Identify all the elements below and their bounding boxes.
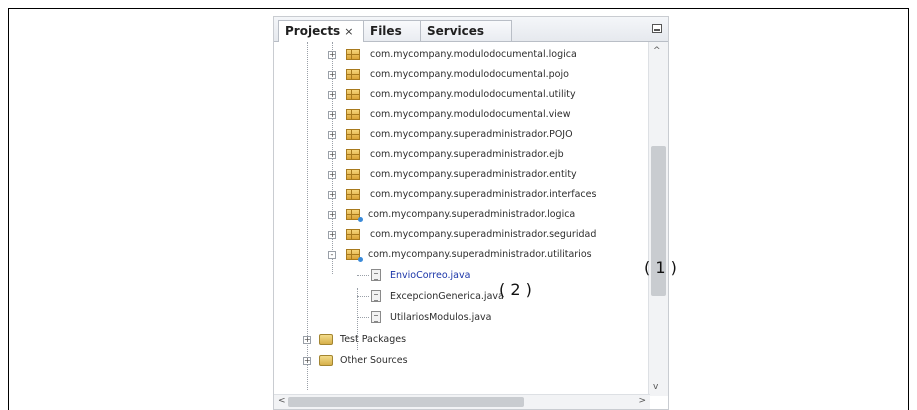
package-node[interactable]: + com.mycompany.superadministrador.logic… [274, 206, 650, 225]
expand-icon[interactable]: + [328, 71, 336, 79]
folder-label: Other Sources [340, 355, 408, 366]
expand-icon[interactable]: + [328, 51, 336, 59]
package-node[interactable]: + com.mycompany.modulodocumental.logica [274, 46, 650, 65]
package-label: com.mycompany.superadministrador.segurid… [370, 229, 597, 240]
collapse-icon[interactable]: - [328, 251, 336, 259]
file-node[interactable]: ExcepcionGenerica.java [274, 288, 650, 307]
minimize-icon[interactable] [652, 24, 662, 33]
folder-node[interactable]: + Test Packages [274, 331, 650, 350]
tab-bar: Projects × Files Services [274, 17, 668, 42]
package-icon [346, 89, 360, 100]
vertical-scrollbar[interactable]: ^ v [648, 42, 668, 396]
annotation-2: ( 2 ) [499, 280, 532, 299]
expand-icon[interactable]: + [328, 131, 336, 139]
package-node[interactable]: + com.mycompany.superadministrador.POJO [274, 126, 650, 145]
java-file-icon [371, 290, 381, 302]
package-icon [346, 169, 360, 180]
package-node[interactable]: + com.mycompany.superadministrador.entit… [274, 166, 650, 185]
vcs-badge-icon [358, 217, 363, 222]
folder-label: Test Packages [340, 334, 407, 345]
annotation-1: ( 1 ) [644, 258, 677, 277]
java-file-icon [371, 269, 381, 281]
project-tree: + com.mycompany.modulodocumental.logica … [274, 42, 650, 396]
package-icon [346, 49, 360, 60]
package-node[interactable]: + com.mycompany.superadministrador.ejb [274, 146, 650, 165]
package-label: com.mycompany.modulodocumental.pojo [370, 69, 569, 80]
expand-icon[interactable]: + [328, 211, 336, 219]
package-node[interactable]: + com.mycompany.modulodocumental.utility [274, 86, 650, 105]
scroll-left-icon[interactable]: < [278, 396, 286, 406]
package-icon [346, 189, 360, 200]
file-label: ExcepcionGenerica.java [390, 291, 504, 302]
tab-projects-label: Projects [285, 24, 341, 38]
package-node[interactable]: + com.mycompany.superadministrador.inter… [274, 186, 650, 205]
folder-icon [319, 355, 333, 366]
folder-icon [319, 334, 333, 345]
expand-icon[interactable]: + [328, 91, 336, 99]
close-icon[interactable]: × [344, 25, 353, 38]
expand-icon[interactable]: + [328, 111, 336, 119]
file-label: UtilariosModulos.java [390, 312, 492, 323]
horizontal-scroll-thumb[interactable] [288, 397, 524, 407]
expand-icon[interactable]: + [303, 357, 311, 365]
package-label: com.mycompany.superadministrador.interfa… [370, 189, 597, 200]
package-label: com.mycompany.superadministrador.ejb [370, 149, 564, 160]
expand-icon[interactable]: + [328, 191, 336, 199]
file-label: EnvioCorreo.java [390, 270, 471, 281]
package-label: com.mycompany.superadministrador.entity [370, 169, 577, 180]
expand-icon[interactable]: + [328, 171, 336, 179]
tab-projects[interactable]: Projects × [278, 20, 364, 42]
package-label: com.mycompany.superadministrador.POJO [370, 129, 573, 140]
package-icon [346, 69, 360, 80]
expand-icon[interactable]: + [303, 336, 311, 344]
vcs-badge-icon [358, 257, 363, 262]
java-file-icon [371, 311, 381, 323]
folder-node[interactable]: + Other Sources [274, 352, 650, 371]
scroll-right-icon[interactable]: > [638, 396, 646, 406]
package-icon [346, 229, 360, 240]
package-label: com.mycompany.modulodocumental.view [370, 109, 571, 120]
tab-services-label: Services [427, 24, 485, 38]
package-label: com.mycompany.modulodocumental.utility [370, 89, 576, 100]
package-icon [346, 149, 360, 160]
file-node[interactable]: EnvioCorreo.java [274, 267, 650, 286]
tab-services[interactable]: Services [420, 20, 512, 41]
package-node-expanded[interactable]: - com.mycompany.superadministrador.utili… [274, 246, 650, 265]
expand-icon[interactable]: + [328, 231, 336, 239]
package-label: com.mycompany.superadministrador.logica [368, 209, 576, 220]
tab-files-label: Files [370, 24, 402, 38]
package-icon [346, 109, 360, 120]
package-icon [346, 129, 360, 140]
expand-icon[interactable]: + [328, 151, 336, 159]
package-node[interactable]: + com.mycompany.superadministrador.segur… [274, 226, 650, 245]
package-node[interactable]: + com.mycompany.modulodocumental.pojo [274, 66, 650, 85]
file-node[interactable]: UtilariosModulos.java [274, 309, 650, 328]
package-node[interactable]: + com.mycompany.modulodocumental.view [274, 106, 650, 125]
tab-files[interactable]: Files [363, 20, 421, 41]
package-label: com.mycompany.modulodocumental.logica [370, 49, 577, 60]
package-label: com.mycompany.superadministrador.utilita… [368, 249, 592, 260]
horizontal-scrollbar[interactable]: < > [274, 394, 650, 409]
projects-panel: Projects × Files Services + com.mycompany… [273, 16, 669, 410]
scroll-up-icon[interactable]: ^ [653, 46, 661, 56]
scroll-down-icon[interactable]: v [653, 382, 658, 392]
